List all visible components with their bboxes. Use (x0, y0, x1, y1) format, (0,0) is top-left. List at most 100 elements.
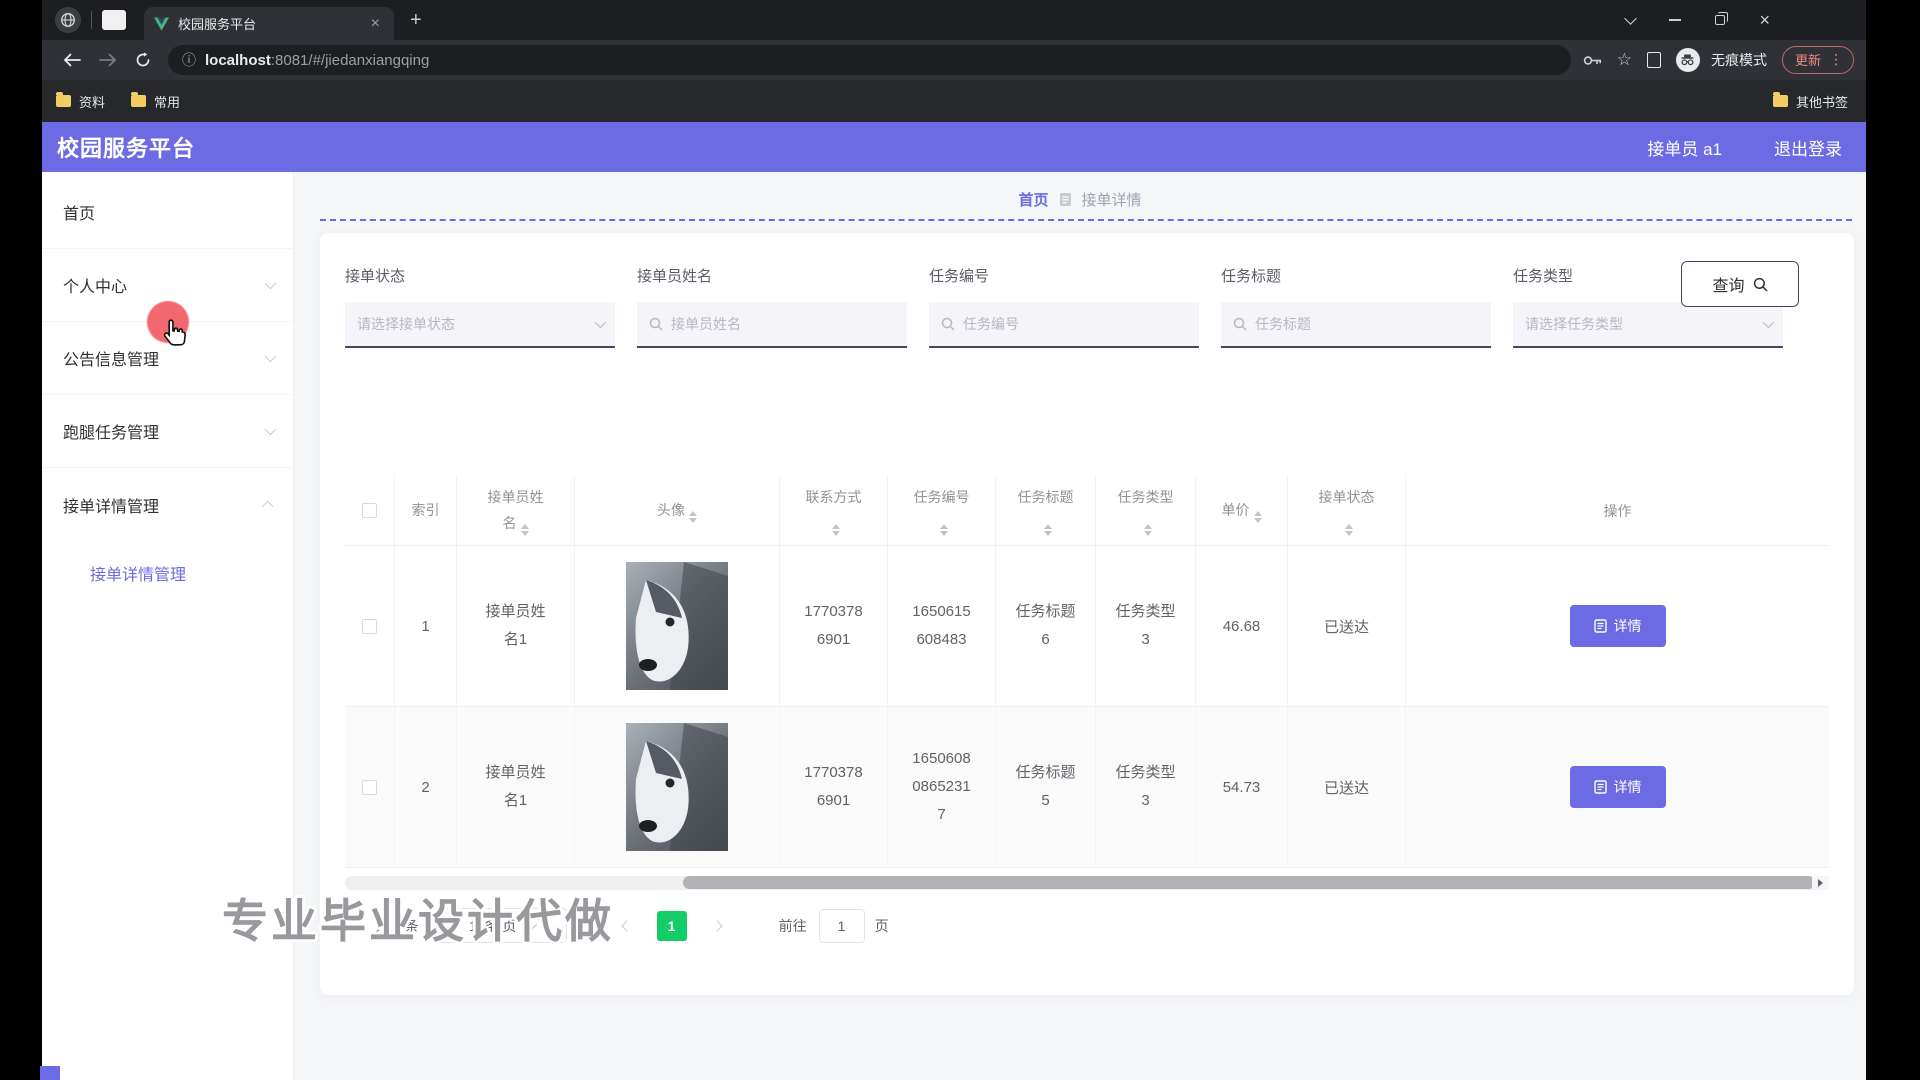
url-host: localhost (205, 52, 271, 69)
url-bar[interactable]: ⓘ localhost :8081/#/jiedanxiangqing (168, 45, 1571, 75)
column-header-sortable[interactable]: 头像 (575, 476, 780, 545)
sort-caret-icon[interactable] (1044, 524, 1052, 536)
other-bookmarks[interactable]: 其他书签 (1773, 92, 1848, 111)
cell-task-title: 任务标题6 (1014, 598, 1078, 654)
sort-caret-icon[interactable] (940, 524, 948, 536)
sort-caret-icon[interactable] (1345, 524, 1353, 536)
bookmark-star-icon[interactable]: ☆ (1617, 50, 1632, 70)
corner-accent (40, 1066, 60, 1080)
select-all-checkbox[interactable] (362, 503, 377, 518)
sort-caret-icon[interactable] (832, 524, 840, 536)
sidebar-item-home[interactable]: 首页 (42, 176, 293, 249)
close-window-icon[interactable]: × (1759, 11, 1770, 29)
detail-button[interactable]: 详情 (1570, 605, 1666, 647)
sidebar-subitem-order-detail-active[interactable]: 接单详情管理 (42, 541, 293, 605)
detail-button[interactable]: 详情 (1570, 766, 1666, 808)
filter-bar: 接单状态 接单员姓名 任务编号 任务标题 任务类型 请选择接单状态 (345, 233, 1829, 348)
new-tab-button[interactable]: + (410, 9, 422, 32)
cell-task-no: 165060808652317 (910, 745, 974, 828)
update-label: 更新 (1795, 50, 1821, 69)
column-header-sortable[interactable]: 接单员姓名 (457, 476, 575, 545)
row-checkbox[interactable] (362, 780, 377, 795)
chrome-menu-icon[interactable]: ⋮ (1829, 56, 1843, 64)
row-checkbox[interactable] (362, 619, 377, 634)
column-header-sortable[interactable]: 任务类型 (1096, 476, 1196, 545)
query-button[interactable]: 查询 (1681, 261, 1799, 307)
bookmark-folder-ziliao[interactable]: 资料 (56, 92, 105, 111)
password-key-icon[interactable] (1583, 55, 1602, 66)
table-row: 2 接单员姓名1 17703786901 165060808652317 任务标… (345, 707, 1829, 868)
scrollbar-right-arrow[interactable] (1812, 876, 1829, 889)
breadcrumb: 首页 接单详情 (294, 172, 1866, 205)
current-user: 接单员 a1 (1647, 135, 1722, 160)
forward-icon[interactable] (99, 53, 117, 67)
browser-tab[interactable]: 校园服务平台 × (144, 7, 394, 40)
pinned-window-icon[interactable] (102, 10, 126, 30)
sidebar-subitem-label: 接单详情管理 (90, 561, 186, 585)
tab-strip: 校园服务平台 × + × (42, 0, 1866, 40)
table-header-row: 索引 接单员姓名 头像 联系方式 任务编号 任务标题 任务类型 单价 接单状态 … (345, 476, 1829, 546)
vue-logo-icon (154, 17, 169, 31)
column-header-sortable[interactable]: 联系方式 (780, 476, 888, 545)
back-icon[interactable] (63, 53, 81, 67)
search-icon (941, 317, 955, 331)
sidebar-item-order-detail[interactable]: 接单详情管理 (42, 468, 293, 541)
sort-caret-icon[interactable] (1254, 511, 1262, 523)
update-button[interactable]: 更新 ⋮ (1782, 46, 1854, 74)
sidebar-item-label: 个人中心 (63, 273, 127, 297)
tab-close-icon[interactable]: × (367, 14, 384, 34)
cell-task-type: 任务类型3 (1114, 598, 1178, 654)
incognito-icon (1676, 48, 1700, 72)
next-page-button[interactable] (703, 912, 731, 940)
column-header-sortable[interactable]: 任务标题 (996, 476, 1096, 545)
page-unit-label: 页 (875, 916, 889, 936)
sort-caret-icon[interactable] (521, 524, 529, 536)
query-button-label: 查询 (1712, 272, 1744, 296)
globe-icon[interactable] (55, 7, 81, 33)
column-header-sortable[interactable]: 接单状态 (1288, 476, 1406, 545)
column-header-sortable[interactable]: 任务编号 (888, 476, 996, 545)
cell-task-title: 任务标题5 (1014, 759, 1078, 815)
sort-caret-icon[interactable] (689, 511, 697, 523)
filter-label: 任务标题 (1221, 265, 1491, 286)
bookmark-folder-changyong[interactable]: 常用 (131, 92, 180, 111)
goto-label: 前往 (779, 916, 807, 936)
sidebar-item-errand-tasks[interactable]: 跑腿任务管理 (42, 395, 293, 468)
folder-icon (131, 95, 146, 107)
window-menu-icon[interactable] (1625, 12, 1638, 25)
goto-page-input[interactable] (819, 909, 865, 943)
breadcrumb-home-link[interactable]: 首页 (1018, 189, 1048, 210)
filter-label: 接单员姓名 (637, 265, 907, 286)
logout-link[interactable]: 退出登录 (1774, 135, 1842, 160)
scrollbar-thumb[interactable] (683, 876, 1815, 889)
prev-page-button[interactable] (613, 912, 641, 940)
avatar[interactable] (626, 562, 728, 690)
cell-task-type: 任务类型3 (1114, 759, 1178, 815)
site-info-icon[interactable]: ⓘ (182, 50, 196, 70)
chevron-up-icon (262, 500, 273, 511)
tab-title: 校园服务平台 (178, 14, 367, 33)
reload-icon[interactable] (135, 52, 151, 68)
chevron-down-icon (265, 424, 276, 435)
minimize-icon[interactable] (1669, 19, 1681, 21)
detail-button-label: 详情 (1614, 777, 1642, 797)
select-placeholder: 请选择接单状态 (357, 314, 595, 334)
extension-icon[interactable] (1647, 52, 1661, 68)
taker-name-input[interactable] (671, 316, 895, 332)
app-header: 校园服务平台 接单员 a1 退出登录 (42, 122, 1866, 172)
page-number-active[interactable]: 1 (657, 911, 687, 941)
document-icon (1594, 619, 1607, 633)
restore-icon[interactable] (1715, 15, 1725, 25)
avatar[interactable] (626, 723, 728, 851)
click-highlight (147, 301, 189, 343)
task-type-select[interactable]: 请选择任务类型 (1513, 302, 1783, 348)
cell-price: 46.68 (1223, 618, 1261, 635)
task-no-input[interactable] (963, 316, 1187, 332)
task-title-input[interactable] (1255, 316, 1479, 332)
order-status-select[interactable]: 请选择接单状态 (345, 302, 615, 348)
browser-toolbar: ⓘ localhost :8081/#/jiedanxiangqing ☆ 无痕… (42, 40, 1866, 80)
url-path: :8081/#/jiedanxiangqing (271, 52, 429, 69)
sort-caret-icon[interactable] (1144, 524, 1152, 536)
bookmark-label: 资料 (79, 92, 105, 111)
column-header-sortable[interactable]: 单价 (1196, 476, 1288, 545)
